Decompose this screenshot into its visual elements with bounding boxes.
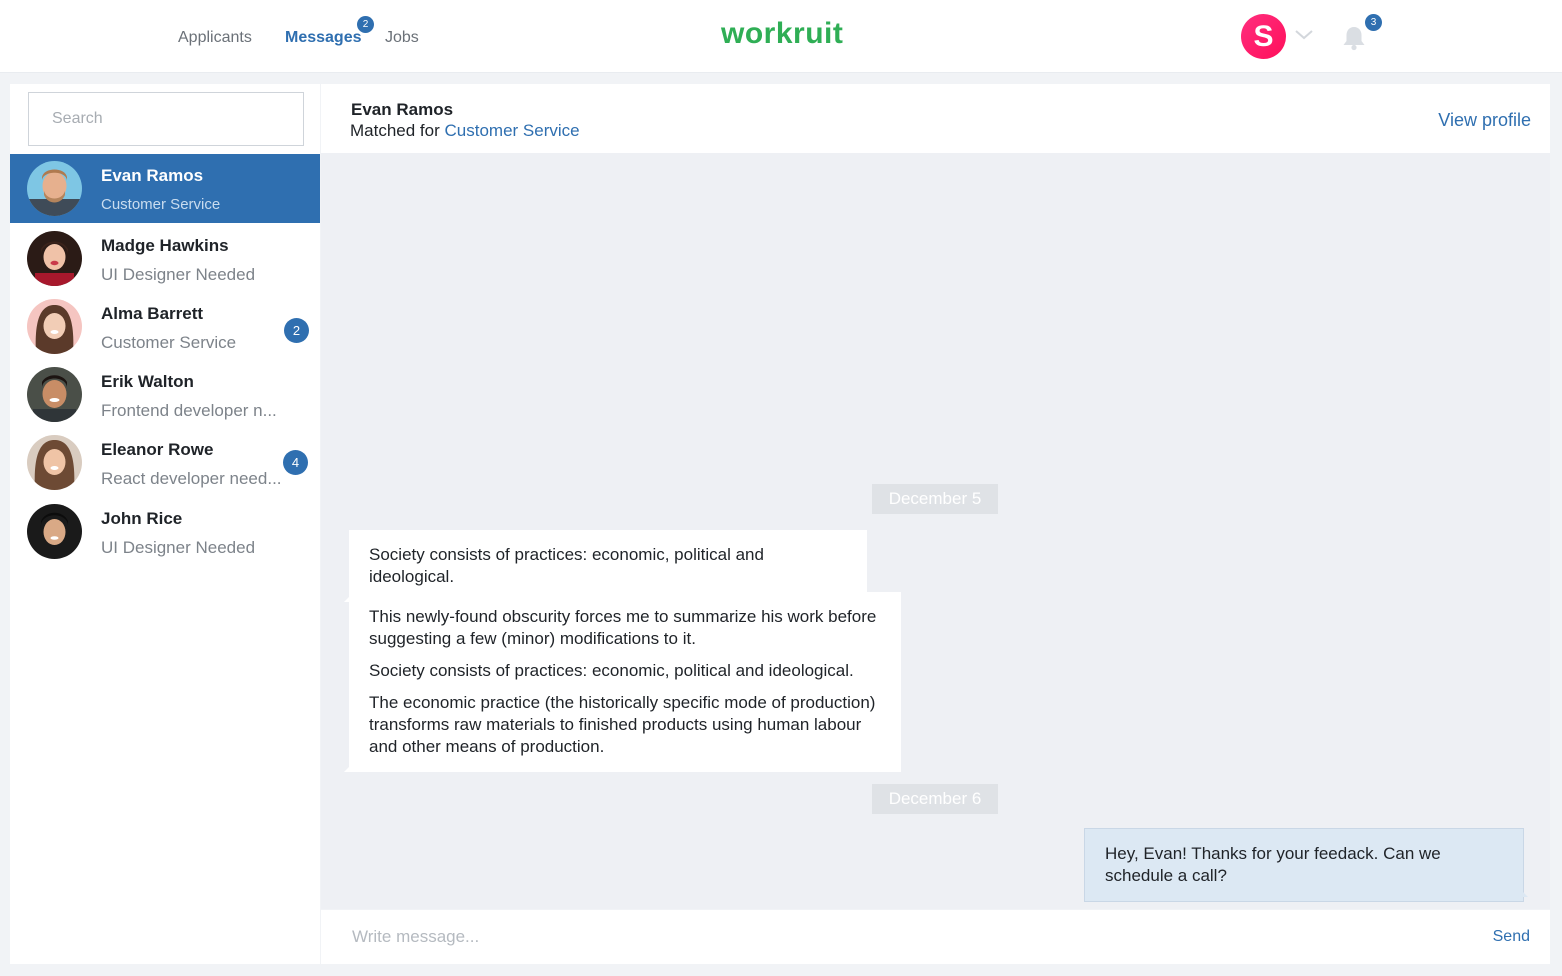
chevron-down-icon[interactable] [1294,27,1314,43]
outgoing-message: Hey, Evan! Thanks for your feedack. Can … [1084,828,1528,902]
date-separator: December 6 [872,784,998,814]
incoming-message: This newly-found obscurity forces me to … [344,592,901,772]
contact-eleanor-rowe[interactable]: Eleanor Rowe React developer need... 4 [10,428,320,497]
contact-name: Evan Ramos [101,166,204,185]
message-text: Society consists of practices: economic,… [369,545,764,586]
matched-prefix: Matched for [350,121,440,140]
avatar [27,435,82,490]
contact-role: UI Designer Needed [101,538,256,557]
message-text: Society consists of practices: economic,… [369,661,854,680]
matched-job-link[interactable]: Customer Service [445,121,580,140]
matched-for-line: Matched for Customer Service [350,121,580,141]
nav-messages[interactable]: Messages [285,29,362,47]
conversation-list: Evan Ramos Customer Service Madge Hawkin… [10,84,320,964]
avatar [27,161,82,216]
contact-name: Madge Hawkins [101,236,229,255]
contact-role: Customer Service [101,196,221,213]
message-thread: December 5 Society consists of practices… [321,153,1550,909]
avatar [27,231,82,286]
message-input[interactable] [321,910,1461,964]
contact-madge-hawkins[interactable]: Madge Hawkins UI Designer Needed [10,224,320,293]
nav-jobs[interactable]: Jobs [385,29,419,47]
avatar [27,504,82,559]
avatar [27,367,82,422]
message-text: This newly-found obscurity forces me to … [369,607,877,648]
message-text: Hey, Evan! Thanks for your feedack. Can … [1105,844,1441,885]
unread-count-badge: 2 [284,318,309,343]
bell-icon[interactable] [1340,24,1368,52]
notifications-badge: 3 [1365,14,1382,31]
messages-badge: 2 [357,16,374,33]
nav-applicants[interactable]: Applicants [178,29,252,47]
view-profile-link[interactable]: View profile [1438,110,1531,131]
top-navigation: Applicants Messages 2 Jobs workruit S 3 [0,0,1562,73]
user-avatar[interactable]: S [1241,14,1286,59]
date-separator: December 5 [872,484,998,514]
chat-contact-name: Evan Ramos [351,100,454,119]
chat-header: Evan Ramos Matched for Customer Service … [321,84,1550,153]
contact-role: UI Designer Needed [101,265,256,284]
unread-count-badge: 4 [283,450,308,475]
contact-name: John Rice [101,509,183,528]
contact-name: Alma Barrett [101,304,204,323]
contact-role: Customer Service [101,333,237,352]
contact-alma-barrett[interactable]: Alma Barrett Customer Service 2 [10,292,320,361]
contact-erik-walton[interactable]: Erik Walton Frontend developer n... [10,360,320,429]
search-box [28,92,304,146]
contact-role: React developer need... [101,469,282,488]
contact-role: Frontend developer n... [101,401,277,420]
search-input[interactable] [29,93,303,145]
contact-name: Eleanor Rowe [101,440,214,459]
avatar [27,299,82,354]
send-button[interactable]: Send [1493,928,1530,946]
contact-name: Erik Walton [101,372,194,391]
contact-evan-ramos[interactable]: Evan Ramos Customer Service [10,154,320,223]
contact-john-rice[interactable]: John Rice UI Designer Needed [10,497,320,566]
workruit-logo[interactable]: workruit [721,17,843,51]
message-composer: Send [321,910,1550,964]
message-text: The economic practice (the historically … [369,693,876,756]
